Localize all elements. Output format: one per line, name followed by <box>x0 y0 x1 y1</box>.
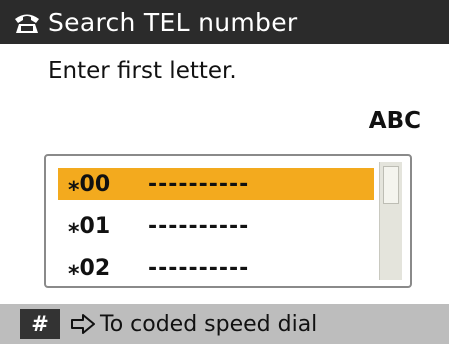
lcd-screen: Search TEL number Enter first letter. AB… <box>0 0 449 344</box>
scroll-thumb[interactable] <box>383 166 399 204</box>
phone-icon <box>10 7 44 37</box>
input-mode-indicator: ABC <box>368 108 421 134</box>
entry-code: ⁎01 <box>68 213 111 239</box>
entry-code: ⁎00 <box>68 171 111 197</box>
footer-hint-bar: # To coded speed dial <box>0 304 449 344</box>
instruction-text: Enter first letter. <box>48 58 237 84</box>
screen-title: Search TEL number <box>48 7 298 37</box>
entry-name: ---------- <box>148 255 250 281</box>
hash-key-button[interactable]: # <box>20 309 60 339</box>
list-item-selected[interactable]: ⁎00 ---------- <box>58 168 374 200</box>
list-item[interactable]: ⁎02 ---------- <box>58 252 374 284</box>
entry-list: ⁎00 ---------- ⁎01 ---------- ⁎02 ------… <box>44 154 412 288</box>
list-item[interactable]: ⁎01 ---------- <box>58 210 374 242</box>
entry-name: ---------- <box>148 171 250 197</box>
speed-dial-hint: To coded speed dial <box>100 311 318 337</box>
scrollbar[interactable] <box>379 162 402 280</box>
title-bar: Search TEL number <box>0 0 449 44</box>
entry-name: ---------- <box>148 213 250 239</box>
arrow-right-icon <box>70 313 96 335</box>
entry-code: ⁎02 <box>68 255 111 281</box>
